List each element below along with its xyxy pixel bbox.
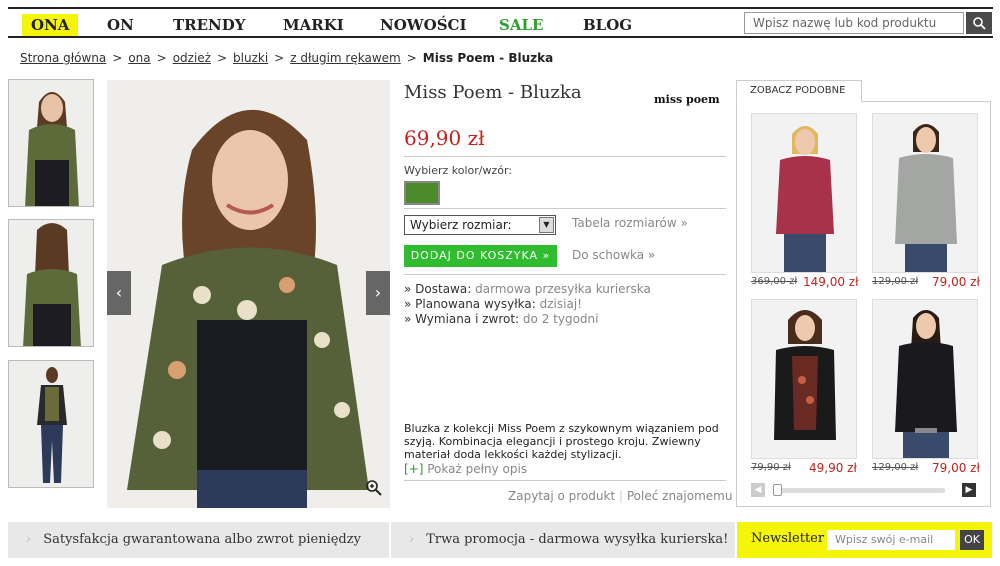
divider — [404, 208, 726, 209]
breadcrumb-sep: > — [216, 51, 228, 65]
breadcrumb-home[interactable]: Strona główna — [20, 51, 106, 65]
breadcrumb-bluzki[interactable]: bluzki — [233, 51, 268, 65]
carousel-prev-button[interactable]: ◀ — [751, 483, 765, 497]
delivery-info: » Dostawa: darmowa przesyłka kurierska — [404, 282, 651, 296]
divider — [404, 480, 726, 481]
carousel-scroll-handle[interactable] — [773, 484, 782, 496]
returns-value: do 2 tygodni — [522, 312, 599, 326]
breadcrumb-odziez[interactable]: odzież — [173, 51, 211, 65]
similar-2-new-price: 79,00 zł — [932, 275, 980, 289]
nav-sale[interactable]: SALE — [499, 14, 543, 36]
promo-bar: › Trwa promocja - darmowa wysyłka kuriers… — [391, 522, 735, 558]
newsletter-email-input[interactable]: Wpisz swój e-mail — [827, 530, 955, 550]
chevron-down-icon: ▼ — [539, 217, 554, 233]
product-thumbnail-back[interactable] — [8, 219, 94, 347]
product-thumbnail-full[interactable] — [8, 360, 94, 488]
product-links: Zapytaj o produkt | Poleć znajomemu — [508, 489, 732, 503]
returns-label: Wymiana i zwrot: — [415, 312, 520, 326]
promo-text: Trwa promocja - darmowa wysyłka kuriersk… — [426, 532, 729, 547]
wishlist-link[interactable]: Do schowka » — [572, 248, 655, 262]
show-full-description-link[interactable]: [+] Pokaż pełny opis — [404, 462, 527, 476]
nav-marki[interactable]: MARKI — [283, 14, 344, 36]
delivery-value: darmowa przesyłka kurierska — [475, 282, 651, 296]
breadcrumb-sep: > — [156, 51, 167, 65]
similar-4-old-price: 129,00 zł — [872, 462, 919, 473]
satisfaction-bar: › Satysfakcja gwarantowana albo zwrot pie… — [8, 522, 389, 558]
delivery-label: Dostawa: — [415, 282, 472, 296]
chevron-left-icon: ◀ — [754, 485, 762, 495]
divider — [404, 274, 726, 275]
nav-ona[interactable]: ONA — [22, 14, 79, 36]
breadcrumb-sep: > — [274, 51, 285, 65]
similar-2-old-price: 129,00 zł — [872, 276, 919, 287]
similar-1-old-price: 369,00 zł — [751, 276, 798, 287]
show-full-description-label: Pokaż pełny opis — [427, 462, 528, 476]
nav-trendy[interactable]: TRENDY — [173, 14, 246, 36]
newsletter-ok-button[interactable]: OK — [960, 530, 984, 550]
zoom-button[interactable] — [365, 479, 383, 501]
size-select-value: Wybierz rozmiar: — [410, 218, 512, 232]
top-navigation: ONA ON TRENDY MARKI NOWOŚCI SALE BLOG Wp… — [8, 7, 993, 38]
nav-on[interactable]: ON — [107, 14, 134, 36]
satisfaction-text: Satysfakcja gwarantowana albo zwrot pien… — [43, 532, 361, 547]
search-icon — [973, 17, 986, 30]
carousel-next-button[interactable]: ▶ — [962, 483, 976, 497]
breadcrumb-current: Miss Poem - Bluzka — [422, 51, 554, 65]
product-thumbnail-front[interactable] — [8, 79, 94, 207]
brand-logo[interactable]: miss poem — [654, 93, 720, 106]
chevron-right-icon: ▶ — [965, 485, 973, 495]
shipping-value: dzisiaj! — [539, 297, 582, 311]
breadcrumb-sep: > — [112, 51, 123, 65]
similar-4-new-price: 79,00 zł — [932, 461, 980, 475]
breadcrumb: Strona główna > ona > odzież > bluzki > z długim… — [20, 51, 553, 65]
size-table-link[interactable]: Tabela rozmiarów » — [572, 216, 688, 230]
shipping-info: » Planowana wysyłka: dzisiaj! — [404, 297, 582, 311]
breadcrumb-ona[interactable]: ona — [128, 51, 150, 65]
chevron-right-icon: › — [26, 532, 32, 547]
similar-1-new-price: 149,00 zł — [803, 275, 859, 289]
similar-3-old-price: 79,90 zł — [751, 462, 791, 473]
nav-blog[interactable]: BLOG — [583, 14, 632, 36]
similar-product-1[interactable] — [751, 113, 857, 273]
product-description: Bluzka z kolekcji Miss Poem z szykownym … — [404, 422, 719, 461]
gallery-next-button[interactable]: › — [366, 271, 390, 315]
color-label: Wybierz kolor/wzór: — [404, 164, 513, 177]
gallery-prev-button[interactable]: ‹ — [107, 271, 131, 315]
returns-info: » Wymiana i zwrot: do 2 tygodni — [404, 312, 599, 326]
nav-nowosci[interactable]: NOWOŚCI — [380, 14, 466, 36]
product-price: 69,90 zł — [404, 126, 485, 150]
similar-product-2[interactable] — [872, 113, 978, 273]
similar-product-4[interactable] — [872, 299, 978, 459]
newsletter-bar: Newsletter Wpisz swój e-mail OK — [737, 522, 992, 558]
product-main-image[interactable] — [107, 80, 390, 508]
color-swatch-green[interactable] — [404, 181, 440, 205]
ask-about-product-link[interactable]: Zapytaj o produkt — [508, 489, 615, 503]
similar-3-new-price: 49,90 zł — [809, 461, 857, 475]
similar-product-3[interactable] — [751, 299, 857, 459]
newsletter-label: Newsletter — [751, 531, 825, 546]
link-separator: | — [619, 489, 624, 503]
expand-icon: [+] — [404, 462, 424, 476]
product-title: Miss Poem - Bluzka — [404, 82, 582, 103]
chevron-left-icon: ‹ — [115, 283, 123, 302]
recommend-link[interactable]: Poleć znajomemu — [627, 489, 733, 503]
divider — [404, 156, 726, 157]
breadcrumb-sep: > — [406, 51, 417, 65]
size-select[interactable]: Wybierz rozmiar: ▼ — [404, 215, 556, 235]
carousel-scrollbar[interactable] — [773, 488, 945, 493]
search-button[interactable] — [966, 12, 992, 34]
add-to-cart-button[interactable]: DODAJ DO KOSZYKA » — [404, 245, 557, 267]
tab-similar-products[interactable]: ZOBACZ PODOBNE — [736, 80, 862, 102]
chevron-right-icon: › — [409, 532, 415, 547]
shipping-label: Planowana wysyłka: — [415, 297, 536, 311]
search-input[interactable]: Wpisz nazwę lub kod produktu — [744, 12, 964, 34]
breadcrumb-dlugi-rekaw[interactable]: z długim rękawem — [290, 51, 401, 65]
zoom-icon — [366, 480, 382, 496]
chevron-right-icon: › — [374, 283, 382, 302]
